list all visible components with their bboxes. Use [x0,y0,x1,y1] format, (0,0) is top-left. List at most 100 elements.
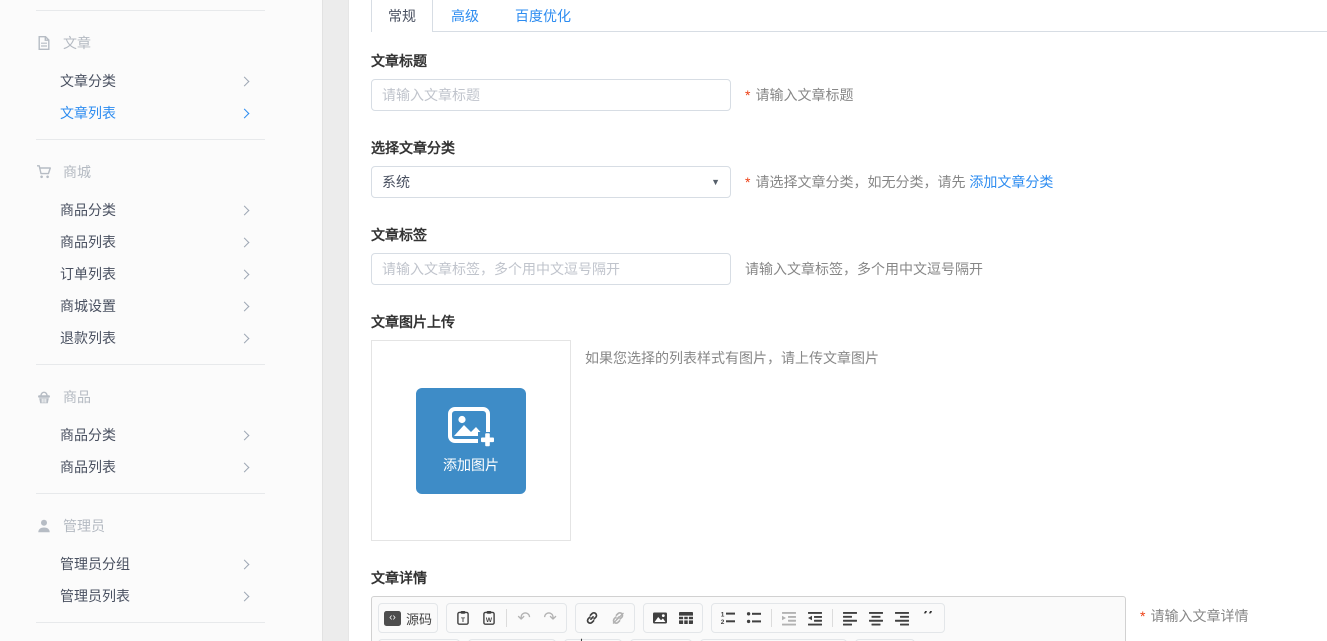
toolbar-group: 12 ” [711,603,945,633]
select-arrow-icon: ▼ [711,177,720,187]
link-icon [584,610,600,626]
sidebar-item[interactable]: 商品列表 [0,226,322,258]
redo-icon: ↷ [543,610,556,626]
tab-advanced[interactable]: 高级 [433,0,497,31]
chevron-right-icon [240,333,250,343]
image-upload-dropzone[interactable]: 添加图片 [371,340,571,541]
toolbar-separator [832,609,833,627]
source-button-label: 源码 [406,609,432,628]
source-icon: ‹› [384,611,401,626]
sidebar-item-label: 文章列表 [60,103,241,123]
sidebar-item[interactable]: 商品分类 [0,194,322,226]
tab-general[interactable]: 常规 [371,0,433,32]
sidebar-item-label: 管理员列表 [60,586,241,606]
add-image-button[interactable]: 添加图片 [416,388,526,494]
chevron-right-icon [240,269,250,279]
title-label: 文章标题 [371,51,1327,71]
cart-icon [36,164,52,180]
add-category-link[interactable]: 添加文章分类 [969,174,1053,190]
sidebar-section-4: 系统 [0,633,322,641]
basket-icon [36,389,52,405]
list-ul-icon [746,610,762,626]
tags-label: 文章标签 [371,225,1327,245]
svg-text:W: W [486,617,493,624]
chevron-right-icon [240,591,250,601]
sidebar-section-label: 商品 [63,387,91,407]
sidebar-item[interactable]: 退款列表 [0,322,322,354]
app-window: 文章文章分类文章列表商城商品分类商品列表订单列表商城设置退款列表商品商品分类商品… [0,0,1327,641]
title-help: *请输入文章标题 [745,85,853,105]
category-select[interactable]: 系统 ▼ [371,166,731,198]
paste-word-icon: W [481,610,497,626]
sidebar-item-label: 订单列表 [60,264,241,284]
sidebar-item-label: 文章分类 [60,71,241,91]
sidebar-section-label: 管理员 [63,516,105,536]
tags-input[interactable] [371,253,731,285]
sidebar-item[interactable]: 订单列表 [0,258,322,290]
chevron-right-icon [240,462,250,472]
quote-icon: ” [922,611,934,625]
document-icon [36,35,52,51]
sidebar-section-label: 文章 [63,33,91,53]
link-button[interactable] [579,606,605,630]
sidebar-item[interactable]: 文章分类 [0,65,322,97]
align-right-button[interactable] [889,606,915,630]
align-center-button[interactable] [863,606,889,630]
list-ol-icon: 12 [720,610,736,626]
toolbar-group: T W ↶ ↷ [446,603,567,633]
paste-text-button[interactable]: T [450,606,476,630]
sidebar-item-label: 商品列表 [60,457,241,477]
sidebar-item[interactable]: 商品列表 [0,451,322,483]
image-button[interactable] [647,606,673,630]
category-help: *请选择文章分类，如无分类，请先 添加文章分类 [745,172,1053,192]
unlink-icon [610,610,626,626]
sidebar-item[interactable]: 管理员分组 [0,548,322,580]
sidebar-item-label: 商品分类 [60,425,241,445]
paste-word-button[interactable]: W [476,606,502,630]
sidebar-item-label: 退款列表 [60,328,241,348]
align-left-button[interactable] [837,606,863,630]
quote-button[interactable]: ” [915,606,941,630]
chevron-right-icon [240,559,250,569]
form-item-tags: 文章标签 请输入文章标签，多个用中文逗号隔开 [371,225,1327,285]
toolbar-group [643,603,703,633]
unlink-button [605,606,631,630]
rich-text-editor: ‹›源码TW↶↷12” 格式▾样式▾大小▾A▾A▾BIUSTx [371,596,1126,641]
sidebar-item[interactable]: 管理员列表 [0,580,322,612]
source-button[interactable]: ‹› 源码 [382,606,434,630]
tab-baidu-seo[interactable]: 百度优化 [497,0,589,31]
sidebar-item[interactable]: 商品分类 [0,419,322,451]
tab-bar: 常规高级百度优化 [371,0,1327,32]
chevron-right-icon [240,205,250,215]
main-content: 常规高级百度优化 文章标题 *请输入文章标题 选择文章分类 系统 ▼ [349,0,1327,641]
sidebar-divider [36,10,265,11]
sidebar-divider [36,622,265,623]
title-input[interactable] [371,79,731,111]
required-asterisk: * [745,174,750,190]
sidebar-section-3: 管理员 [0,504,322,548]
sidebar-section-label: 商城 [63,162,91,182]
chevron-right-icon [240,430,250,440]
undo-button: ↶ [511,606,537,630]
undo-icon: ↶ [517,610,530,626]
indent-icon [807,610,823,626]
list-ul-button[interactable] [741,606,767,630]
image-label: 文章图片上传 [371,312,1327,332]
sidebar-gutter [322,0,349,641]
sidebar-item[interactable]: 文章列表 [0,97,322,129]
indent-button[interactable] [802,606,828,630]
sidebar-item-label: 管理员分组 [60,554,241,574]
outdent-button [776,606,802,630]
sidebar-section-1: 商城 [0,150,322,194]
sidebar-item-label: 商城设置 [60,296,241,316]
chevron-right-icon [240,108,250,118]
table-button[interactable] [673,606,699,630]
sidebar-item[interactable]: 商城设置 [0,290,322,322]
list-ol-button[interactable]: 12 [715,606,741,630]
detail-label: 文章详情 [371,568,1327,588]
category-select-value: 系统 [382,172,410,192]
align-right-icon [894,610,910,626]
form-item-detail: 文章详情 ‹›源码TW↶↷12” 格式▾样式▾大小▾A▾A▾BIUSTx *请输… [371,568,1327,641]
image-plus-icon [447,406,495,448]
sidebar-section-0: 文章 [0,21,322,65]
